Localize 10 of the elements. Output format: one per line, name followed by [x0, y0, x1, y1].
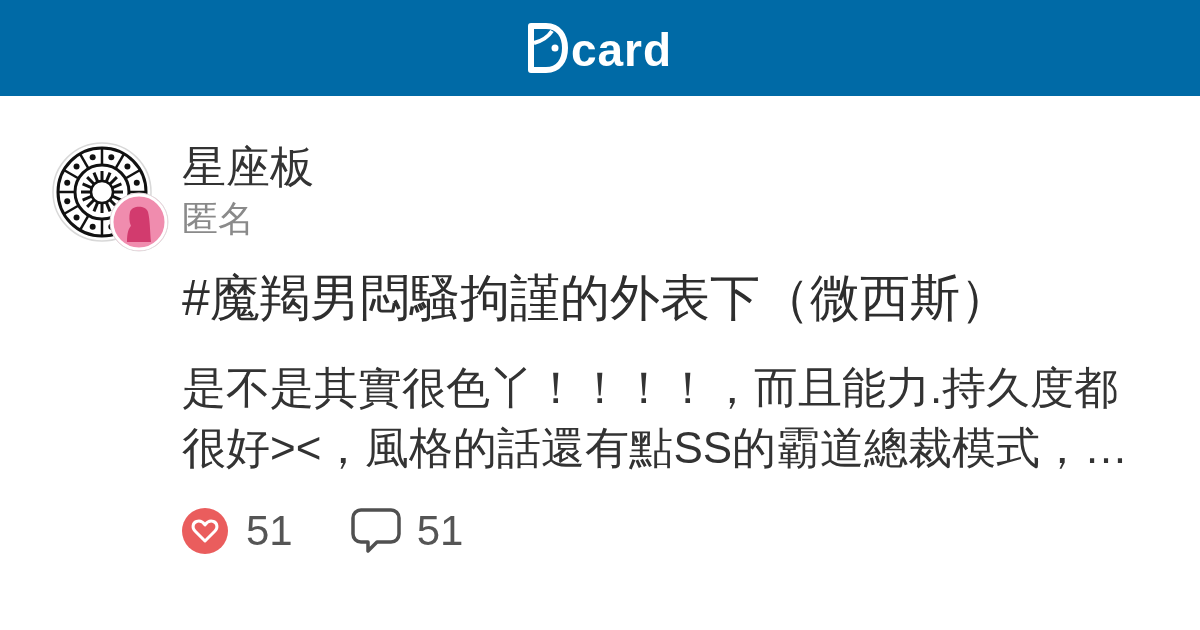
like-count: 51	[246, 510, 293, 552]
post-excerpt: 是不是其實很色丫！！！！，而且能力.持久度都很好><，風格的話還有點SS的霸道總裁模式，…	[182, 362, 1130, 474]
author-name: 匿名	[182, 197, 255, 241]
board-name: 星座板	[182, 141, 315, 193]
comment-count: 51	[416, 510, 464, 552]
person-silhouette-icon	[109, 192, 169, 252]
logo-icon	[527, 23, 568, 73]
post-title: #魔羯男悶騷拘謹的外表下（微西斯）	[182, 269, 1011, 328]
logo-text: card	[570, 27, 673, 73]
speech-bubble-icon	[350, 508, 401, 554]
